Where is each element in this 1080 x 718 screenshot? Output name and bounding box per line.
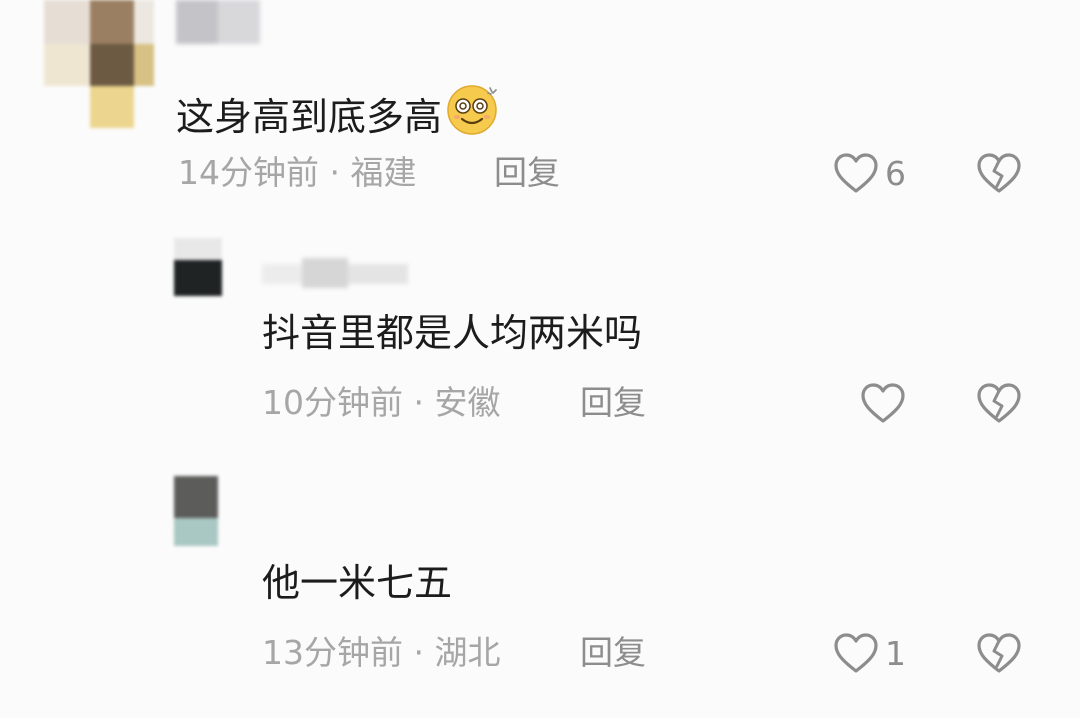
reply-button[interactable]: 回复 <box>580 636 646 669</box>
like-button[interactable]: 1 <box>833 632 906 674</box>
like-count: 1 <box>885 633 906 673</box>
reply-button[interactable]: 回复 <box>494 156 560 189</box>
comment-meta: 10分钟前 · 安徽 <box>262 383 501 422</box>
username[interactable] <box>176 0 260 44</box>
heart-outline-icon <box>860 382 906 424</box>
heart-outline-icon <box>833 152 879 194</box>
comment-text: 这身高到底多高 <box>176 82 500 142</box>
broken-heart-icon <box>976 152 1022 194</box>
dizzy-smile-emoji <box>446 82 500 142</box>
username[interactable] <box>262 258 412 288</box>
avatar[interactable] <box>174 476 218 546</box>
dislike-button[interactable] <box>976 152 1022 194</box>
comment-text: 他一米七五 <box>262 561 453 605</box>
reply-button[interactable]: 回复 <box>580 386 646 419</box>
like-button[interactable] <box>860 382 912 424</box>
heart-outline-icon <box>833 632 879 674</box>
comment-meta: 14分钟前 · 福建 <box>178 153 417 192</box>
avatar[interactable] <box>174 238 222 296</box>
like-button[interactable]: 6 <box>833 152 906 194</box>
comment-list: 这身高到底多高 14分钟前 · 福建 回复 6 抖音里都是人均两米吗 10分钟前… <box>0 0 1080 718</box>
comment-meta: 13分钟前 · 湖北 <box>262 633 501 672</box>
comment-text: 抖音里都是人均两米吗 <box>262 311 643 355</box>
broken-heart-icon <box>976 632 1022 674</box>
dislike-button[interactable] <box>976 632 1022 674</box>
dislike-button[interactable] <box>976 382 1022 424</box>
like-count: 6 <box>885 153 906 193</box>
broken-heart-icon <box>976 382 1022 424</box>
avatar[interactable] <box>44 0 154 128</box>
